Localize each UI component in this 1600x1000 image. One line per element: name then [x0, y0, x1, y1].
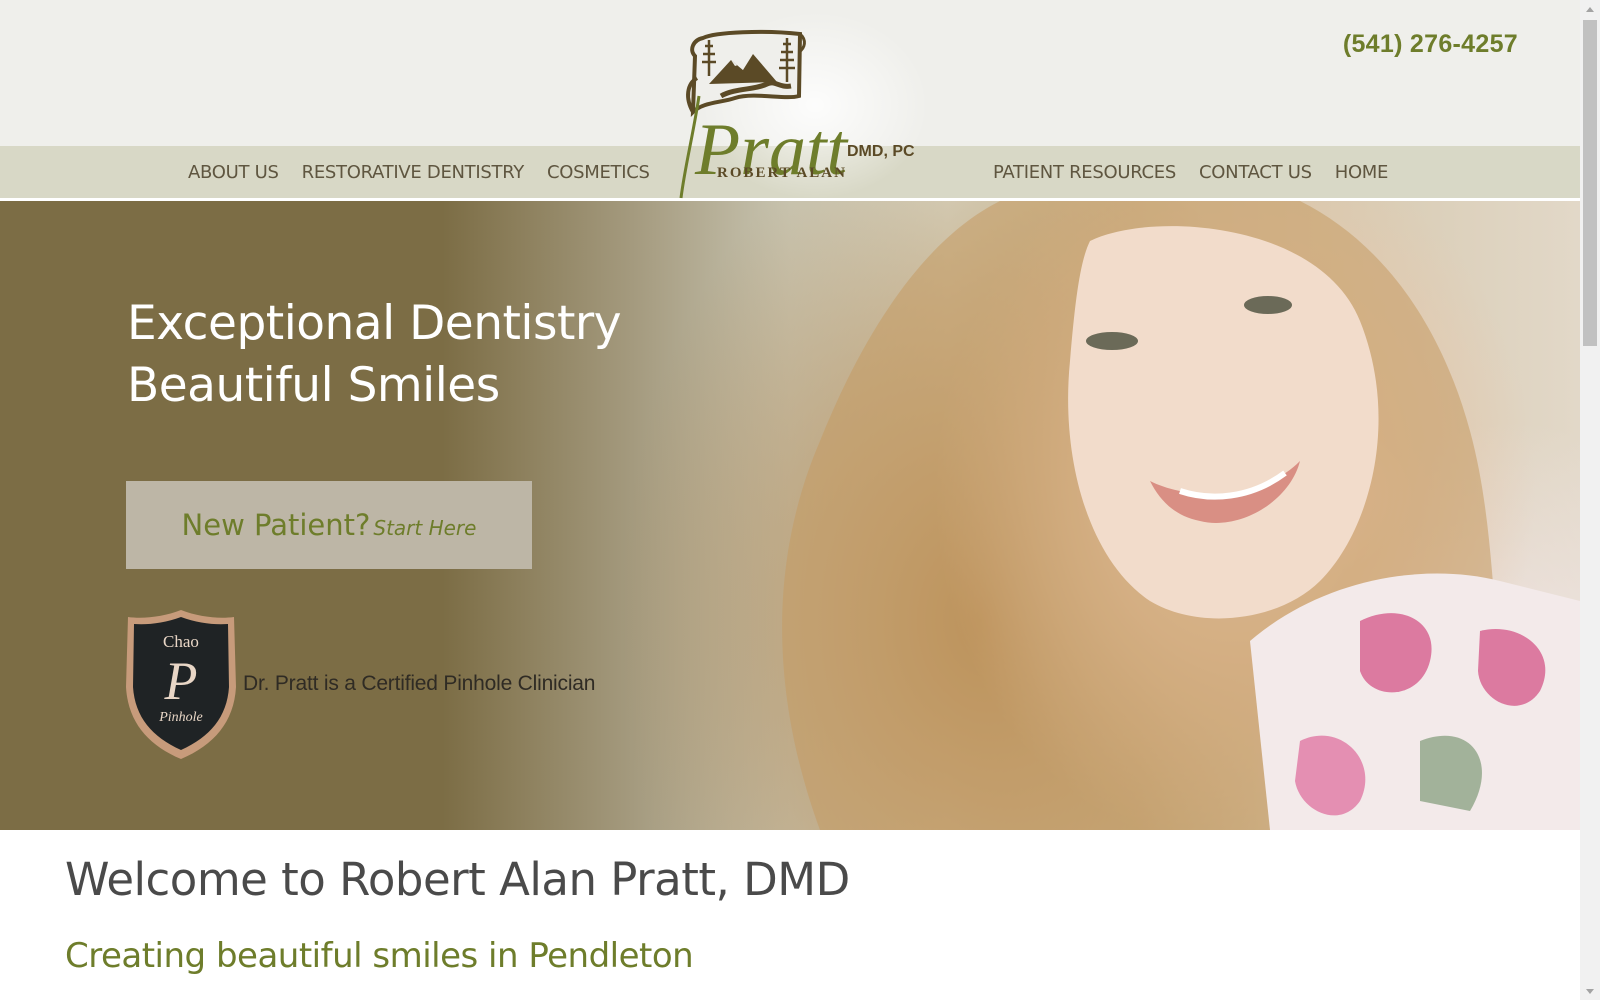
leaf-1	[1420, 735, 1482, 811]
pinhole-caption: Dr. Pratt is a Certified Pinhole Clinici…	[243, 672, 596, 695]
nav-patient-resources[interactable]: PATIENT RESOURCES	[993, 162, 1176, 183]
new-patient-button[interactable]: New Patient? Start Here	[126, 481, 532, 569]
phone-number[interactable]: (541) 276-4257	[1343, 30, 1518, 59]
nav-left: ABOUT US RESTORATIVE DENTISTRY COSMETICS	[188, 146, 650, 198]
logo-firstname: ROBERT ALAN	[717, 165, 847, 181]
scroll-up-arrow-icon[interactable]	[1580, 0, 1600, 18]
site-logo[interactable]: Pratt DMD, PC ROBERT ALAN	[675, 26, 955, 201]
logo-suffix: DMD, PC	[847, 143, 915, 160]
badge-letter: P	[164, 651, 198, 711]
scroll-down-arrow-icon[interactable]	[1580, 982, 1600, 1000]
left-eye	[1086, 332, 1138, 350]
nav-about-us[interactable]: ABOUT US	[188, 162, 279, 183]
shield-badge-icon[interactable]: Chao P Pinhole	[124, 607, 238, 762]
hero-title-line2: Beautiful Smiles	[127, 358, 500, 413]
right-eye	[1244, 296, 1292, 314]
face-shape	[1068, 226, 1379, 619]
welcome-title: Welcome to Robert Alan Pratt, DMD	[65, 853, 850, 906]
nav-right: PATIENT RESOURCES CONTACT US HOME	[993, 146, 1388, 198]
nav-home[interactable]: HOME	[1335, 162, 1389, 183]
nav-restorative-dentistry[interactable]: RESTORATIVE DENTISTRY	[302, 162, 525, 183]
hero-title-line1: Exceptional Dentistry	[127, 296, 622, 351]
cta-sub-label: Start Here	[373, 516, 477, 540]
hero-title: Exceptional Dentistry Beautiful Smiles	[127, 293, 622, 417]
nav-contact-us[interactable]: CONTACT US	[1199, 162, 1312, 183]
site-header: (541) 276-4257 ABOUT US RESTORATIVE DENT…	[0, 0, 1580, 201]
vertical-scrollbar[interactable]	[1580, 0, 1600, 1000]
scroll-thumb[interactable]	[1583, 20, 1597, 346]
welcome-subtitle: Creating beautiful smiles in Pendleton	[65, 936, 694, 976]
hero-banner: Exceptional Dentistry Beautiful Smiles N…	[0, 201, 1580, 830]
nav-cosmetics[interactable]: COSMETICS	[547, 162, 650, 183]
badge-bottom-text: Pinhole	[158, 710, 203, 725]
badge-top-text: Chao	[163, 632, 199, 651]
cta-main-label: New Patient?	[181, 508, 371, 542]
